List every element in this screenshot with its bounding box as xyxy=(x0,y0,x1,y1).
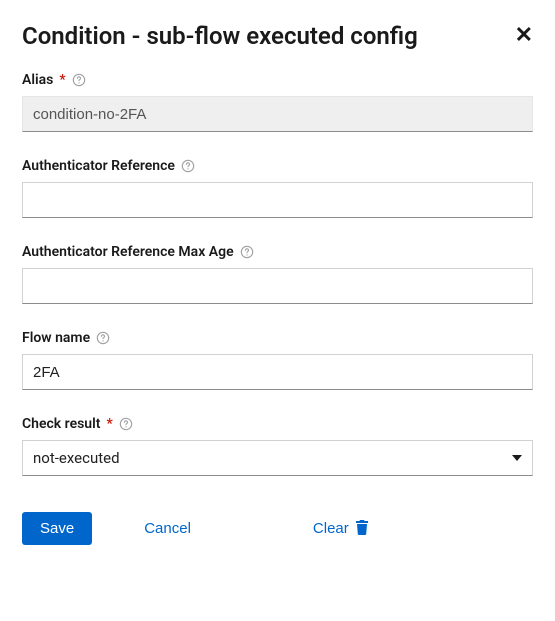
dialog-header: Condition - sub-flow executed config ✕ xyxy=(22,22,533,50)
flow-name-label: Flow name xyxy=(22,330,90,346)
help-icon[interactable] xyxy=(72,73,86,87)
required-indicator: * xyxy=(106,416,112,432)
auth-ref-max-age-input[interactable] xyxy=(22,268,533,304)
close-icon[interactable]: ✕ xyxy=(515,25,533,47)
check-result-select[interactable]: not-executed xyxy=(22,440,533,476)
dialog-title: Condition - sub-flow executed config xyxy=(22,22,418,50)
field-auth-ref: Authenticator Reference xyxy=(22,158,533,218)
label-row-flow-name: Flow name xyxy=(22,330,533,346)
field-flow-name: Flow name xyxy=(22,330,533,390)
field-auth-ref-max-age: Authenticator Reference Max Age xyxy=(22,244,533,304)
help-icon[interactable] xyxy=(240,245,254,259)
auth-ref-max-age-label: Authenticator Reference Max Age xyxy=(22,244,234,260)
trash-icon xyxy=(355,519,369,539)
check-result-label: Check result xyxy=(22,416,100,432)
field-check-result: Check result * not-executed xyxy=(22,416,533,476)
alias-label: Alias xyxy=(22,72,53,88)
label-row-auth-ref-max-age: Authenticator Reference Max Age xyxy=(22,244,533,260)
label-row-alias: Alias * xyxy=(22,72,533,88)
cancel-button[interactable]: Cancel xyxy=(144,520,191,537)
clear-label: Clear xyxy=(313,520,349,537)
required-indicator: * xyxy=(59,72,65,88)
help-icon[interactable] xyxy=(181,159,195,173)
save-button[interactable]: Save xyxy=(22,512,92,545)
clear-button[interactable]: Clear xyxy=(313,519,369,539)
check-result-value: not-executed xyxy=(33,449,120,467)
help-icon[interactable] xyxy=(119,417,133,431)
help-icon[interactable] xyxy=(96,331,110,345)
alias-input[interactable] xyxy=(22,96,533,132)
label-row-auth-ref: Authenticator Reference xyxy=(22,158,533,174)
auth-ref-label: Authenticator Reference xyxy=(22,158,175,174)
button-row: Save Cancel Clear xyxy=(22,512,533,545)
chevron-down-icon xyxy=(512,455,522,461)
auth-ref-input[interactable] xyxy=(22,182,533,218)
field-alias: Alias * xyxy=(22,72,533,132)
label-row-check-result: Check result * xyxy=(22,416,533,432)
flow-name-input[interactable] xyxy=(22,354,533,390)
check-result-select-wrap: not-executed xyxy=(22,440,533,476)
